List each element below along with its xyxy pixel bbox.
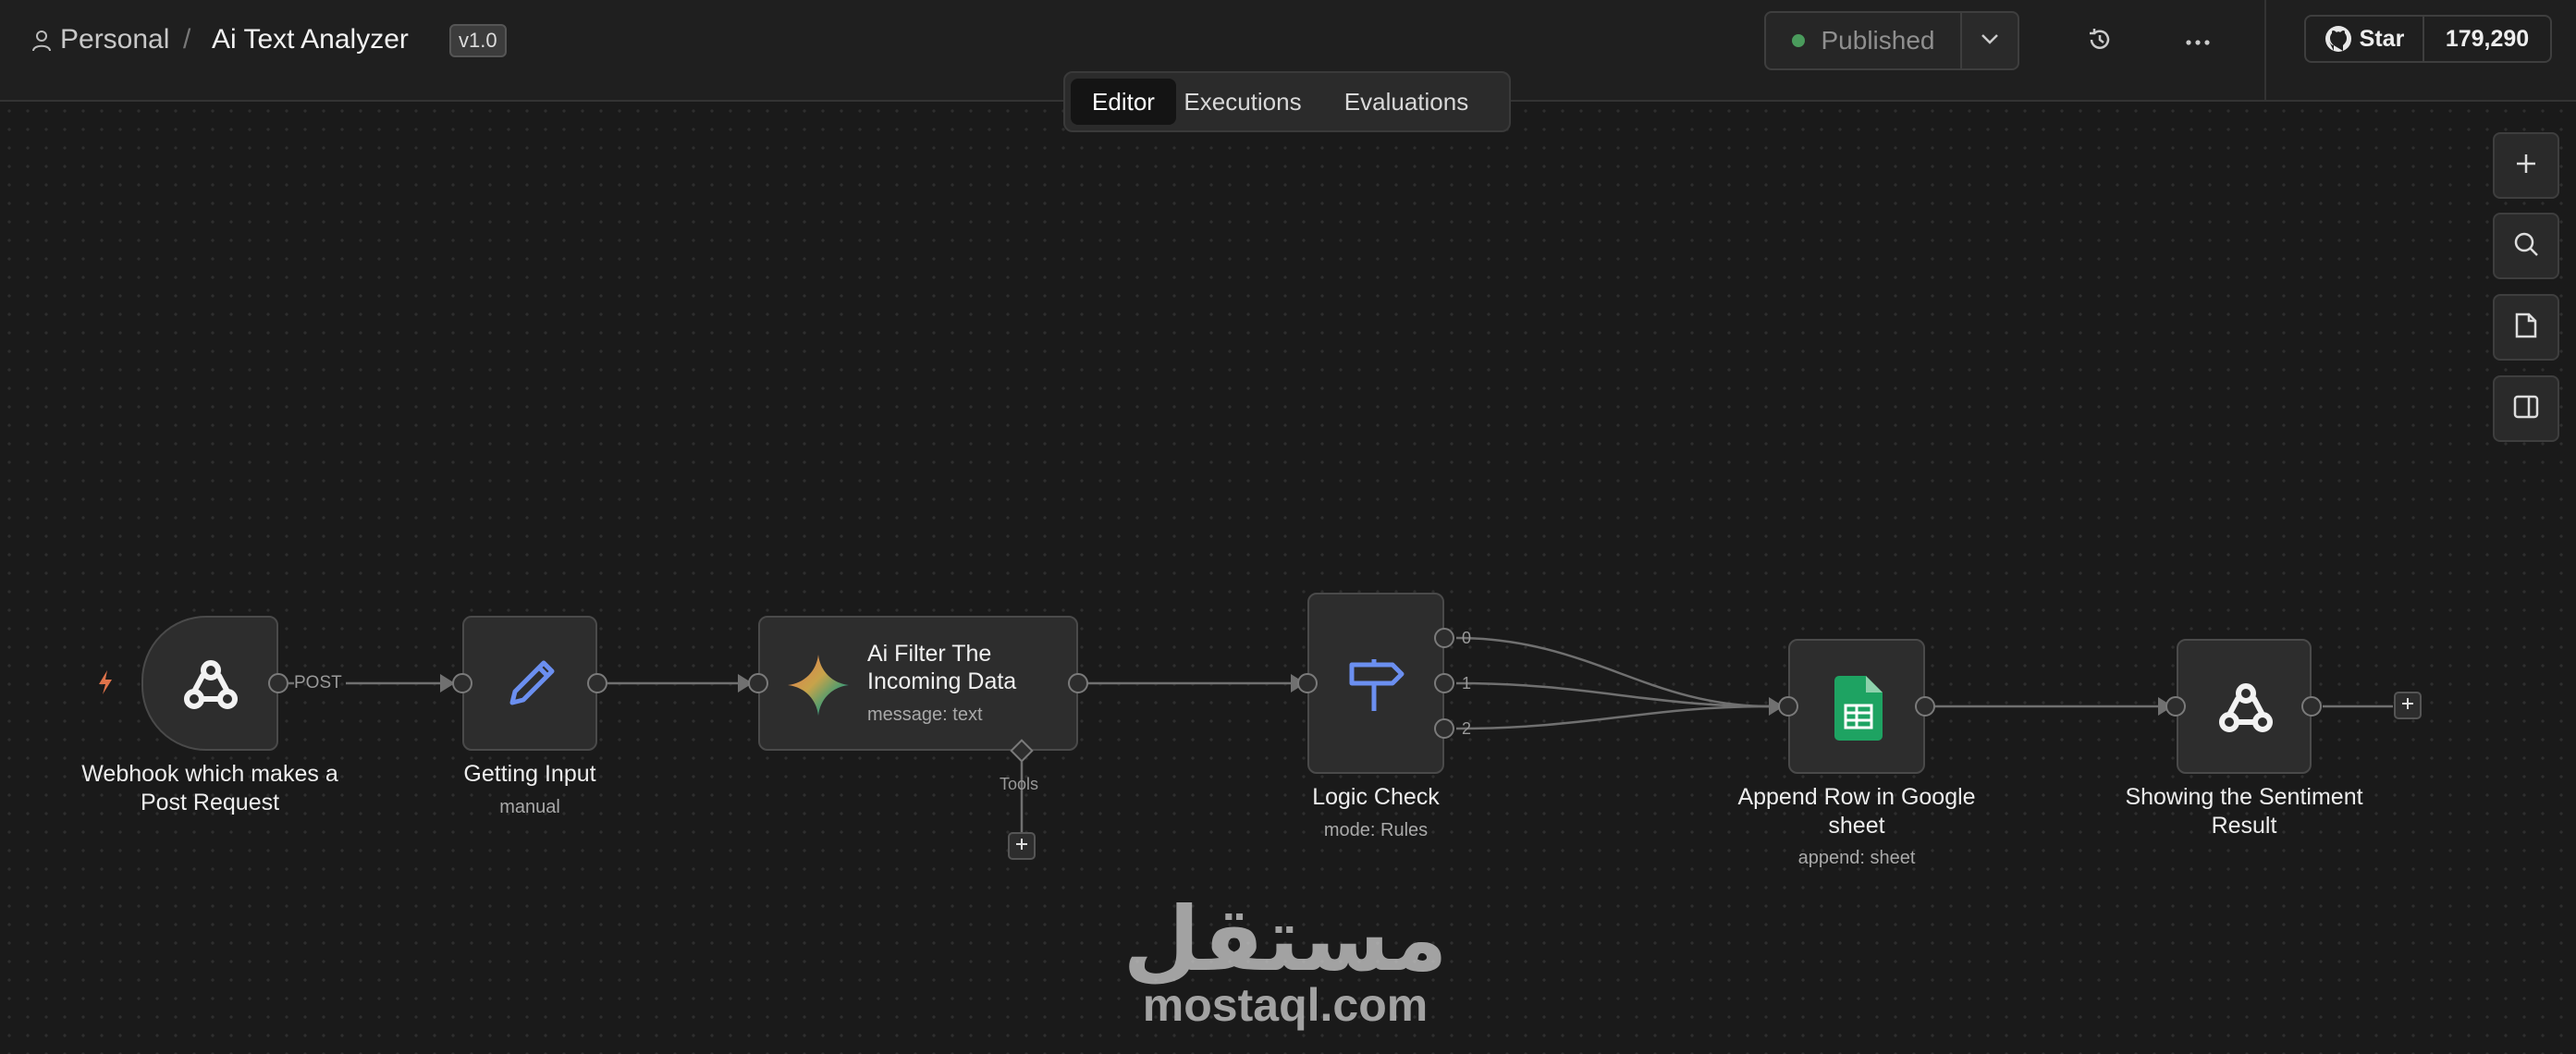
plus-icon [2401, 697, 2414, 715]
connection-logic0-sheet [1455, 636, 1772, 708]
plus-icon [1015, 838, 1028, 855]
append-row-subtitle: append: sheet [1797, 848, 1916, 868]
google-sheets-icon [1834, 676, 1883, 741]
ai-filter-tools-label: Tools [1000, 775, 1039, 793]
logic-check-output-2-handle[interactable] [1434, 718, 1454, 739]
getting-input-output-handle[interactable] [587, 673, 607, 693]
sentiment-output-handle[interactable] [2301, 696, 2322, 717]
node-append-row[interactable] [1788, 639, 1925, 774]
sentiment-input-handle[interactable] [2165, 696, 2186, 717]
connection-logic2-sheet [1455, 705, 1772, 730]
append-row-title: Append Row in Google sheet [1737, 784, 1976, 839]
sentiment-title: Showing the Sentiment Result [2125, 784, 2363, 839]
logic-check-input-handle[interactable] [1297, 673, 1318, 693]
add-next-node-button[interactable] [2394, 692, 2422, 719]
webhook-output-handle[interactable] [268, 673, 288, 693]
pencil-icon [503, 655, 560, 712]
getting-input-subtitle: manual [499, 797, 560, 817]
node-webhook[interactable] [141, 616, 278, 751]
logic-check-output-0-handle[interactable] [1434, 628, 1454, 648]
append-row-output-handle[interactable] [1915, 696, 1935, 717]
gemini-sparkle-icon [786, 653, 851, 717]
node-ai-filter[interactable]: Ai Filter The Incoming Data message: tex… [758, 616, 1078, 751]
node-getting-input[interactable] [462, 616, 597, 751]
ai-filter-input-handle[interactable] [748, 673, 768, 693]
getting-input-input-handle[interactable] [452, 673, 472, 693]
node-sentiment-result[interactable] [2177, 639, 2312, 774]
ai-filter-subtitle: message: text [867, 705, 983, 725]
webhook-title: Webhook which makes a Post Request [81, 761, 338, 815]
node-logic-check[interactable] [1307, 593, 1444, 774]
logic-check-title: Logic Check [1312, 784, 1440, 810]
trigger-bolt-icon [96, 669, 115, 695]
logic-output-0-label: 0 [1462, 629, 1472, 647]
webhook-icon [2214, 676, 2278, 741]
watermark-logo: مستقل [1122, 888, 1448, 991]
add-tool-button[interactable] [1008, 832, 1036, 860]
getting-input-title: Getting Input [463, 761, 596, 787]
ai-filter-title: Ai Filter The Incoming Data [867, 641, 1017, 694]
logic-check-output-1-handle[interactable] [1434, 673, 1454, 693]
append-row-input-handle[interactable] [1778, 696, 1798, 717]
ai-filter-output-handle[interactable] [1068, 673, 1088, 693]
logic-output-1-label: 1 [1462, 674, 1472, 692]
logic-check-subtitle: mode: Rules [1323, 820, 1429, 840]
webhook-post-label: POST [294, 673, 342, 692]
logic-output-2-label: 2 [1462, 719, 1472, 738]
watermark-url: mostaql.com [1142, 979, 1429, 1031]
webhook-icon [178, 653, 243, 717]
signpost-icon [1346, 657, 1407, 713]
